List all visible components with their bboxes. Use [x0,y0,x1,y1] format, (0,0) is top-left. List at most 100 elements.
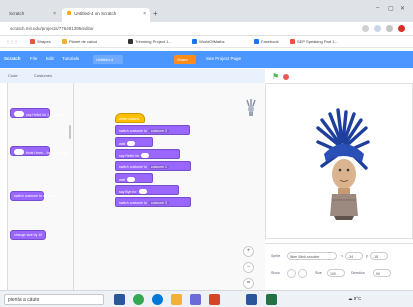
input-oval [14,111,24,117]
bookmark-favicon-icon [30,39,35,44]
hide-visible-icon[interactable] [298,269,307,278]
weather-icon: ☁ [348,296,353,301]
screen: Scratch × Untitled-4 on Scratch × + – ▢ … [0,0,413,307]
excel-icon[interactable] [266,294,277,305]
palette-block[interactable]: think Hmm... for 2 seconds [10,146,68,156]
bookmark-worldofmaths[interactable]: WorldOfMaths [192,39,225,44]
sprite-label: Sprite [271,254,281,258]
zoom-out-button[interactable]: − [243,262,254,273]
bookmark-favicon-icon [192,39,197,44]
powerpoint-icon[interactable] [209,294,220,305]
sprite-name-field[interactable]: Wee Stink-snooker [287,252,337,260]
profile-avatar-icon[interactable] [398,25,405,32]
palette-block[interactable]: change size by 10 [10,230,46,240]
task-view-icon[interactable] [114,294,125,305]
input-oval[interactable] [127,176,136,182]
taskbar: pienta a cäuto ☁ 9°C [0,290,413,307]
tab-code[interactable]: Code [8,73,18,78]
bookmark-favicon-icon [254,39,259,44]
tab-untitled[interactable]: Untitled-4 on Scratch × [62,8,150,22]
script-block[interactable]: say Hello! for [115,149,180,159]
bookmarks-bar: ⋮⋮⋮ Shapes Planet de calcul Trimming Pro… [0,36,413,48]
show-label: Show [271,271,280,275]
close-tab-icon[interactable]: × [143,11,146,17]
bookmark-favicon-icon [128,39,133,44]
taskbar-search-input[interactable]: pienta a cäuto [4,294,104,305]
costume-dropdown[interactable]: costume 1 [148,164,169,169]
direction-field[interactable]: 90 [373,269,391,277]
word-icon[interactable] [246,294,257,305]
sprite-thumbnail-icon [245,98,257,116]
input-oval [14,149,24,155]
script-block[interactable]: switch costume to costume 2 [115,125,190,135]
costume-dropdown[interactable]: costume 2 [148,128,169,133]
palette-block[interactable]: switch costume to costume1 [10,191,58,201]
store-icon[interactable] [190,294,201,305]
share-button[interactable]: Share [174,55,196,64]
address-bar: scratch.mit.edu/projects/776491395/edito… [0,22,413,36]
script-block[interactable]: switch costume to costume 3 [115,197,191,207]
green-flag-icon[interactable]: ⚑ [272,72,279,81]
costume-dropdown[interactable]: costume 3 [148,200,169,205]
close-window-icon[interactable]: ✕ [400,5,405,12]
show-visible-icon[interactable] [287,269,296,278]
stop-icon[interactable] [283,74,289,80]
sprite-character[interactable] [266,84,413,240]
y-position-field[interactable]: -18 [370,252,388,260]
tab-label: Untitled-4 on Scratch [74,11,117,16]
script-block[interactable]: wait [115,173,153,183]
maximize-icon[interactable]: ▢ [388,5,394,12]
when-flag-clicked-block[interactable]: when clicked [115,113,145,123]
project-title-field[interactable]: Untitled-4 [93,55,123,64]
scratch-logo[interactable]: Scratch [4,56,21,61]
script-block[interactable]: wait [115,137,153,147]
bookmark-star-icon[interactable] [374,25,381,32]
browser-tab-bar: Scratch × Untitled-4 on Scratch × + – ▢ … [0,0,413,22]
y-label: y [366,254,368,258]
size-label: Size [315,271,322,275]
chrome-icon[interactable] [133,294,144,305]
sprite-info-panel: Sprite Wee Stink-snooker x -34 y -18 Sho… [265,243,413,290]
share-icon[interactable] [362,25,369,32]
script-block[interactable]: say Bye for [115,185,179,195]
x-position-field[interactable]: -34 [345,252,363,260]
close-tab-icon[interactable]: × [53,11,56,17]
bookmark-shapes[interactable]: Shapes [30,39,51,44]
tutorials-menu[interactable]: Tutorials [62,56,79,61]
edit-menu[interactable]: Edit [46,56,54,61]
palette-scrollbar[interactable] [69,125,71,139]
block-categories[interactable] [0,83,8,290]
input-oval[interactable] [141,152,150,158]
new-tab-button[interactable]: + [153,9,158,18]
file-explorer-icon[interactable] [171,294,182,305]
bookmark-favicon-icon [290,39,295,44]
stage[interactable] [265,83,413,239]
minimize-icon[interactable]: – [376,5,379,11]
input-oval[interactable] [127,140,136,146]
editor-tabs: Code Costumes [0,69,265,83]
url-field[interactable]: scratch.mit.edu/projects/776491395/edito… [10,26,94,31]
input-oval[interactable] [138,188,147,194]
palette-block[interactable]: say Hello! for 2 seconds [10,108,63,118]
tab-scratch[interactable]: Scratch × [4,8,60,22]
bookmark-trimming[interactable]: Trimming Project 1... [128,39,172,44]
bookmark-planet[interactable]: Planet de calcul [62,39,97,44]
direction-label: Direction [351,271,365,275]
temperature-label: 9°C [353,296,362,301]
script-block[interactable]: switch costume to costume 1 [115,161,191,171]
see-project-page-button[interactable]: See Project Page [206,56,241,61]
tab-label: Scratch [9,11,25,16]
zoom-in-button[interactable]: + [243,246,254,257]
tab-costumes[interactable]: Costumes [34,73,52,78]
size-field[interactable]: 100 [327,269,345,277]
bookmark-favicon-icon [62,39,67,44]
apps-icon[interactable]: ⋮⋮⋮ [6,39,18,44]
edge-icon[interactable] [152,294,163,305]
zoom-reset-button[interactable]: = [243,278,254,289]
file-menu[interactable]: File [30,56,37,61]
bookmark-facebook[interactable]: Facebook [254,39,279,44]
extensions-icon[interactable] [386,25,393,32]
system-tray[interactable]: ☁ 9°C [348,296,361,302]
scratch-favicon-icon [67,11,71,15]
bookmark-sep[interactable]: SEP Speaking Part 1... [290,39,338,44]
